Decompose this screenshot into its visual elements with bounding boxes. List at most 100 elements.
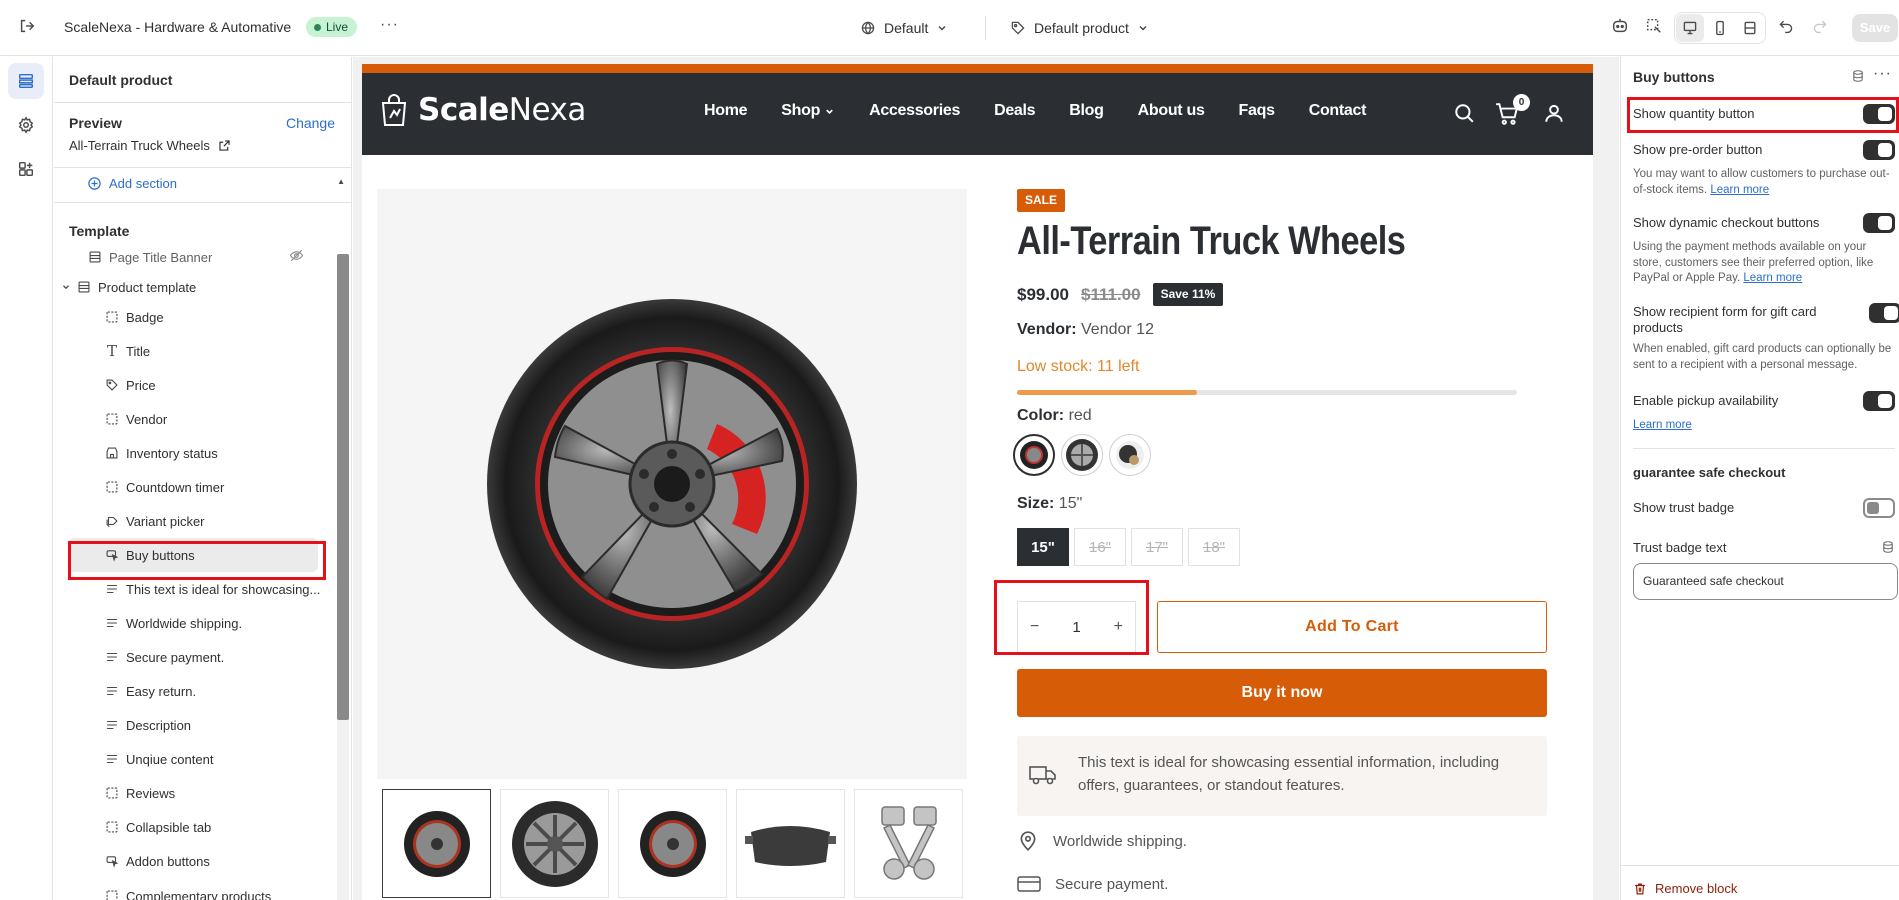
sections-icon[interactable] <box>8 63 44 99</box>
add-to-cart-button[interactable]: Add To Cart <box>1157 601 1547 653</box>
learn-more-link[interactable]: Learn more <box>1633 419 1692 431</box>
nav-accessories[interactable]: Accessories <box>869 102 960 120</box>
preview-product[interactable]: All-Terrain Truck Wheels <box>69 138 231 153</box>
mobile-icon[interactable] <box>1706 14 1734 42</box>
save-button[interactable]: Save <box>1852 14 1898 42</box>
database-icon[interactable] <box>1851 69 1865 86</box>
add-section-button[interactable]: Add section <box>87 176 177 191</box>
tree-item-unique-content[interactable]: Unqiue content <box>54 744 334 774</box>
change-preview-link[interactable]: Change <box>286 115 335 131</box>
nav-faqs[interactable]: Faqs <box>1239 102 1275 120</box>
tree-item-buy-buttons[interactable]: Buy buttons <box>68 538 318 572</box>
tree-item-info-text[interactable]: This text is ideal for showcasing... <box>54 574 334 604</box>
tree-item-vendor[interactable]: Vendor <box>54 404 334 434</box>
toggle-show-preorder[interactable] <box>1863 140 1895 160</box>
swatch-red[interactable] <box>1013 434 1055 476</box>
tree-item-page-title-banner[interactable]: Page Title Banner <box>54 242 334 272</box>
buy-now-button[interactable]: Buy it now <box>1017 669 1547 717</box>
settings-icon[interactable] <box>8 107 44 143</box>
tree-item-countdown-timer[interactable]: Countdown timer <box>54 472 334 502</box>
tree-item-badge[interactable]: Badge <box>54 302 334 332</box>
apps-icon[interactable] <box>8 151 44 187</box>
store-logo[interactable]: ScaleNexa <box>380 92 586 128</box>
divider <box>1621 865 1899 866</box>
storefront-frame: ScaleNexa Home Shop Accessories Deals Bl… <box>362 64 1593 900</box>
nav-contact[interactable]: Contact <box>1309 102 1367 120</box>
eye-off-icon[interactable] <box>289 248 304 266</box>
thumbnail-3[interactable] <box>618 789 727 898</box>
account-icon[interactable] <box>1543 102 1565 127</box>
toggle-show-recipient[interactable] <box>1869 303 1899 323</box>
learn-more-link[interactable]: Learn more <box>1710 184 1769 196</box>
database-icon[interactable] <box>1881 540 1895 557</box>
inspector-icon[interactable] <box>1640 12 1668 40</box>
more-actions-button[interactable]: ··· <box>380 16 399 34</box>
tree-item-worldwide-shipping[interactable]: Worldwide shipping. <box>54 608 334 638</box>
size-line: Size: 15" <box>1017 495 1082 513</box>
remove-block-button[interactable]: Remove block <box>1633 881 1737 896</box>
nav-blog[interactable]: Blog <box>1069 102 1104 120</box>
quantity-stepper: − 1 + <box>1017 601 1136 653</box>
trust-badge-text-input[interactable]: Guaranteed safe checkout <box>1633 563 1898 600</box>
fullscreen-icon[interactable] <box>1736 14 1764 42</box>
tree-item-variant-picker[interactable]: Variant picker <box>54 506 334 536</box>
block-icon <box>104 888 120 900</box>
size-label: Size: <box>1017 495 1055 512</box>
thumbnail-2[interactable] <box>500 789 609 898</box>
nav-home[interactable]: Home <box>704 102 748 120</box>
scrollbar-thumb[interactable] <box>337 254 349 720</box>
search-icon[interactable] <box>1453 102 1475 127</box>
size-option-15[interactable]: 15" <box>1017 528 1069 566</box>
nav-deals[interactable]: Deals <box>994 102 1036 120</box>
tree-item-addon-buttons[interactable]: Addon buttons <box>54 846 334 876</box>
swatch-black[interactable] <box>1109 434 1151 476</box>
quantity-input[interactable]: 1 <box>1072 619 1080 636</box>
tree-item-complementary-products[interactable]: Complementary products <box>54 881 334 900</box>
template-selector[interactable]: Default product <box>1010 17 1149 39</box>
learn-more-link[interactable]: Learn more <box>1743 272 1802 284</box>
undo-icon[interactable] <box>1772 12 1800 40</box>
exit-icon[interactable] <box>18 17 38 37</box>
redo-icon[interactable] <box>1806 12 1834 40</box>
toggle-enable-pickup[interactable] <box>1863 391 1895 411</box>
tree-item-secure-payment[interactable]: Secure payment. <box>54 642 334 672</box>
header-icons: 0 <box>1453 94 1593 132</box>
setting-label: Show quantity button <box>1633 106 1755 121</box>
swatch-silver[interactable] <box>1061 434 1103 476</box>
tree-item-label: Price <box>126 377 156 393</box>
tree-item-price[interactable]: Price <box>54 370 334 400</box>
setting-trust-text: Trust badge text <box>1633 540 1895 555</box>
tree-item-reviews[interactable]: Reviews <box>54 778 334 808</box>
ai-icon[interactable] <box>1606 12 1634 40</box>
tree-item-product-template[interactable]: Product template <box>54 272 334 302</box>
tree-item-inventory-status[interactable]: Inventory status <box>54 438 334 468</box>
wheel-image <box>487 299 857 669</box>
toggle-show-trust[interactable] <box>1863 498 1895 518</box>
thumbnail-4[interactable] <box>736 789 845 898</box>
size-option-17[interactable]: 17" <box>1131 528 1183 566</box>
product-main-image[interactable] <box>377 189 967 779</box>
size-option-16[interactable]: 16" <box>1074 528 1126 566</box>
store-name: ScaleNexa - Hardware & Automative <box>64 19 292 35</box>
preorder-help: You may want to allow customers to purch… <box>1633 167 1895 198</box>
thumbnail-5[interactable] <box>854 789 963 898</box>
chevron-down-icon[interactable] <box>58 279 74 295</box>
thumbnail-1[interactable] <box>382 789 491 898</box>
theme-selector[interactable]: Default <box>860 17 948 39</box>
size-option-18[interactable]: 18" <box>1188 528 1240 566</box>
sections-panel: Default product Preview Change All-Terra… <box>54 57 352 900</box>
nav-shop[interactable]: Shop <box>781 102 835 120</box>
add-section-label: Add section <box>109 176 177 191</box>
quantity-minus-button[interactable]: − <box>1030 618 1039 636</box>
quantity-plus-button[interactable]: + <box>1114 618 1123 636</box>
scroll-up-arrow[interactable]: ▲ <box>337 177 345 186</box>
tree-item-collapsible-tab[interactable]: Collapsible tab <box>54 812 334 842</box>
tree-item-easy-return[interactable]: Easy return. <box>54 676 334 706</box>
toggle-show-quantity[interactable] <box>1863 104 1895 124</box>
toggle-show-dynamic[interactable] <box>1863 213 1895 233</box>
tree-item-description[interactable]: Description <box>54 710 334 740</box>
tree-item-title[interactable]: T Title <box>54 336 334 366</box>
desktop-icon[interactable] <box>1676 14 1704 42</box>
nav-about[interactable]: About us <box>1138 102 1205 120</box>
more-options-icon[interactable]: ··· <box>1873 65 1892 83</box>
